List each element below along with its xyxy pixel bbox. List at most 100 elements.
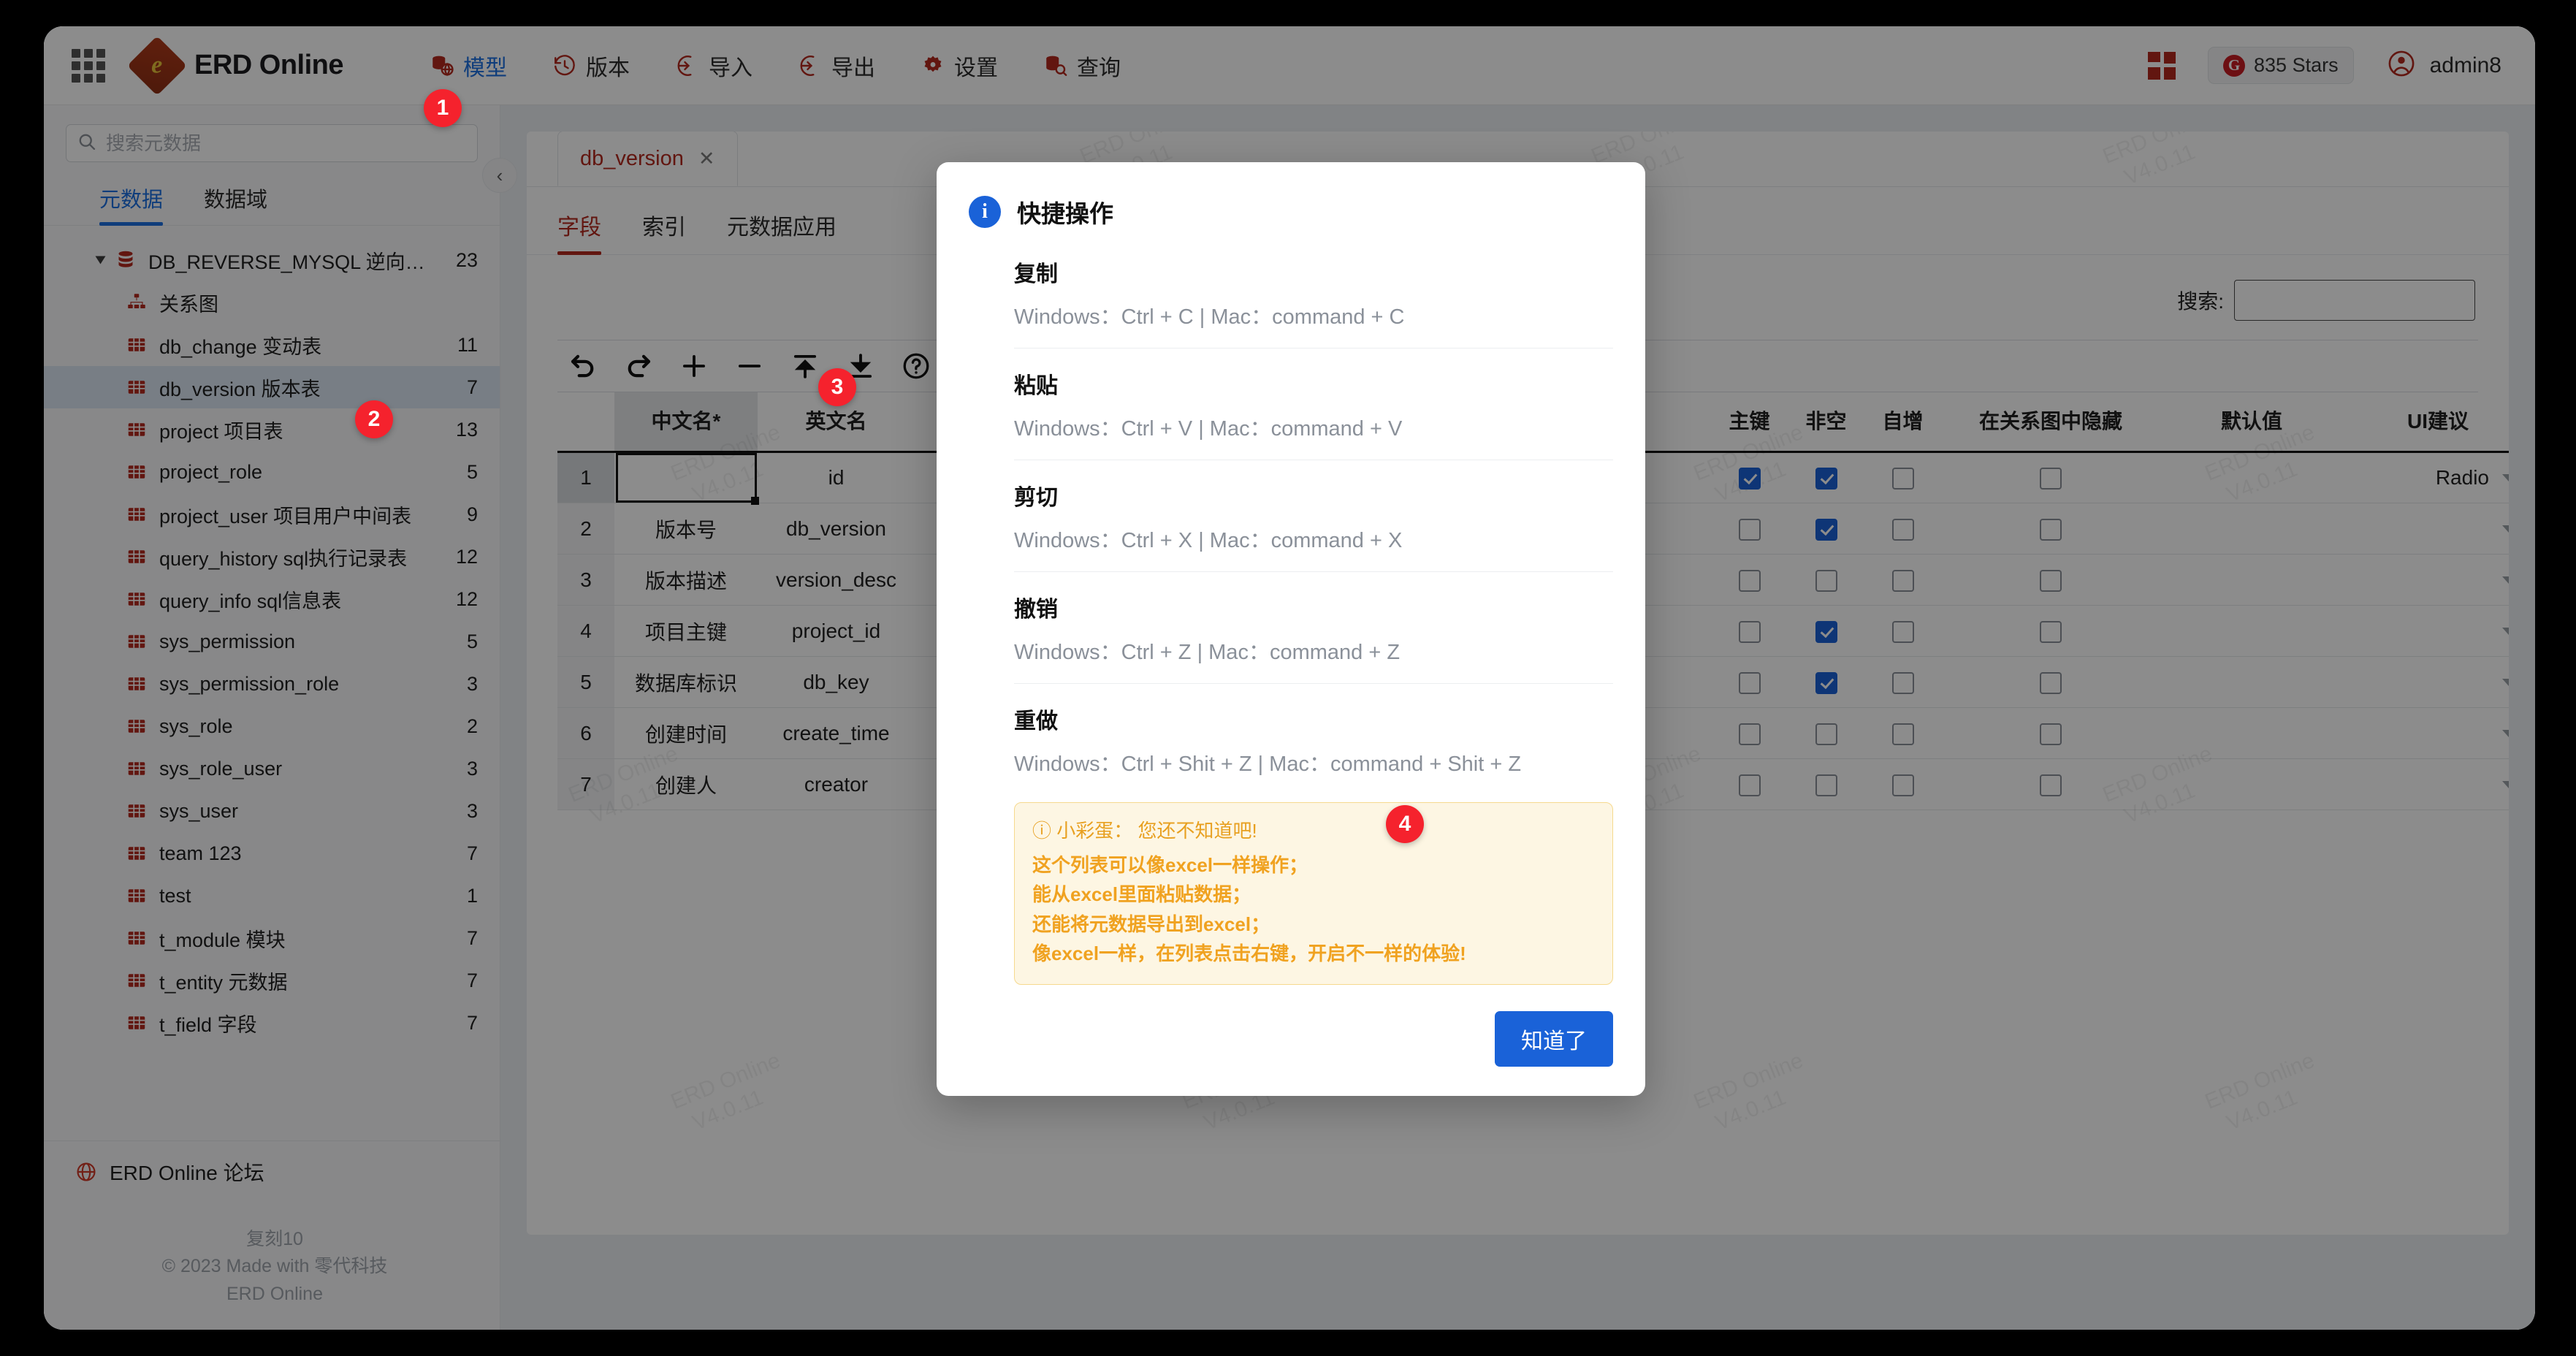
sidebar-tab-metadata[interactable]: 元数据 — [99, 183, 164, 226]
cn-name-cell[interactable]: 版本号 — [614, 503, 758, 555]
chevron-down-icon[interactable] — [2502, 525, 2509, 533]
en-name-cell[interactable]: project_id — [758, 605, 915, 657]
hide-in-graph-cell[interactable] — [1941, 554, 2160, 606]
chevron-down-icon[interactable] — [2502, 627, 2509, 635]
hide-in-graph-cell[interactable] — [1941, 605, 2160, 657]
default-value-cell[interactable] — [2160, 554, 2343, 606]
not-null-checkbox[interactable] — [1815, 518, 1837, 541]
hide-in-graph-cell[interactable] — [1941, 503, 2160, 555]
chevron-down-icon[interactable] — [2502, 678, 2509, 686]
tree-item-table[interactable]: sys_role_user 3 — [44, 747, 500, 790]
auto-increment-checkbox[interactable] — [1891, 468, 1914, 490]
auto-increment-cell[interactable] — [1864, 554, 1941, 606]
row-number[interactable]: 6 — [557, 707, 614, 759]
tree-item-table[interactable]: query_history sql执行记录表 12 — [44, 536, 500, 578]
en-name-cell[interactable]: db_version — [758, 503, 915, 555]
not-null-cell[interactable] — [1788, 656, 1864, 708]
gitee-stars-button[interactable]: G 835 Stars — [2208, 47, 2354, 84]
default-value-cell[interactable] — [2160, 605, 2343, 657]
auto-increment-checkbox[interactable] — [1891, 723, 1914, 745]
tree-item-table[interactable]: sys_permission_role 3 — [44, 663, 500, 705]
tree-item-table[interactable]: t_field 字段 7 — [44, 1002, 500, 1044]
not-null-cell[interactable] — [1788, 707, 1864, 759]
row-number[interactable]: 2 — [557, 503, 614, 555]
tree-item-table[interactable]: project 项目表 13 — [44, 408, 500, 451]
nav-item-export[interactable]: 导出 — [798, 50, 875, 82]
row-number[interactable]: 5 — [557, 656, 614, 708]
hide-in-graph-checkbox[interactable] — [2040, 468, 2062, 490]
primary-key-cell[interactable] — [1711, 758, 1788, 810]
hide-in-graph-checkbox[interactable] — [2040, 569, 2062, 592]
primary-key-cell[interactable] — [1711, 503, 1788, 555]
column-header-ui[interactable]: UI建议 — [2343, 392, 2509, 453]
en-name-cell[interactable]: version_desc — [758, 554, 915, 606]
primary-key-checkbox[interactable] — [1738, 468, 1761, 490]
not-null-cell[interactable] — [1788, 503, 1864, 555]
ui-suggestion-cell[interactable] — [2343, 656, 2509, 708]
ui-suggestion-cell[interactable] — [2343, 554, 2509, 606]
redo-icon[interactable] — [623, 351, 654, 381]
primary-key-checkbox[interactable] — [1738, 569, 1761, 592]
tree-item-table[interactable]: sys_role 2 — [44, 705, 500, 747]
sidebar-collapse-button[interactable]: ‹ — [482, 158, 517, 193]
plus-icon[interactable] — [679, 351, 709, 381]
cn-name-cell[interactable]: 版本描述 — [614, 554, 758, 606]
brand-logo[interactable]: e ERD Online — [126, 35, 344, 96]
column-header-pk[interactable]: 主键 — [1711, 392, 1788, 453]
not-null-checkbox[interactable] — [1815, 620, 1837, 643]
primary-key-cell[interactable] — [1711, 452, 1788, 503]
not-null-cell[interactable] — [1788, 452, 1864, 503]
row-number[interactable]: 4 — [557, 605, 614, 657]
chevron-down-icon[interactable] — [2502, 576, 2509, 584]
cn-name-cell[interactable]: 创建时间 — [614, 707, 758, 759]
tree-item-table[interactable]: t_entity 元数据 7 — [44, 959, 500, 1002]
auto-increment-cell[interactable] — [1864, 452, 1941, 503]
not-null-checkbox[interactable] — [1815, 569, 1837, 592]
hide-in-graph-checkbox[interactable] — [2040, 723, 2062, 745]
ui-suggestion-cell[interactable] — [2343, 707, 2509, 759]
nav-item-version[interactable]: 版本 — [552, 50, 630, 82]
default-value-cell[interactable] — [2160, 503, 2343, 555]
user-menu[interactable]: admin8 — [2386, 48, 2501, 83]
tree-item-table[interactable]: test 1 — [44, 875, 500, 917]
hide-in-graph-cell[interactable] — [1941, 656, 2160, 708]
table-search-box[interactable] — [2234, 280, 2475, 321]
row-number[interactable]: 7 — [557, 758, 614, 810]
tree-item-relation-graph[interactable]: 关系图 — [44, 281, 500, 324]
sidebar-tab-datadomain[interactable]: 数据域 — [204, 183, 267, 225]
close-icon[interactable]: ✕ — [698, 148, 715, 170]
column-header-autoinc[interactable]: 自增 — [1864, 392, 1941, 453]
row-number[interactable]: 3 — [557, 554, 614, 606]
primary-key-checkbox[interactable] — [1738, 723, 1761, 745]
ui-suggestion-cell[interactable] — [2343, 503, 2509, 555]
chevron-down-icon[interactable] — [2502, 780, 2509, 788]
cn-name-cell[interactable]: 数据库标识 — [614, 656, 758, 708]
not-null-checkbox[interactable] — [1815, 671, 1837, 694]
auto-increment-cell[interactable] — [1864, 656, 1941, 708]
undo-icon[interactable] — [568, 351, 598, 381]
not-null-checkbox[interactable] — [1815, 723, 1837, 745]
cn-name-cell[interactable]: 创建人 — [614, 758, 758, 810]
forum-link[interactable]: ERD Online 论坛 — [75, 1157, 500, 1186]
not-null-cell[interactable] — [1788, 758, 1864, 810]
hide-in-graph-checkbox[interactable] — [2040, 620, 2062, 643]
en-name-cell[interactable]: id — [758, 452, 915, 503]
minus-icon[interactable] — [734, 351, 765, 381]
auto-increment-checkbox[interactable] — [1891, 671, 1914, 694]
not-null-cell[interactable] — [1788, 605, 1864, 657]
cn-name-cell[interactable] — [614, 452, 759, 505]
layout-grid-icon[interactable] — [2148, 51, 2176, 80]
chevron-down-icon[interactable] — [2502, 474, 2509, 481]
hide-in-graph-cell[interactable] — [1941, 452, 2160, 503]
en-name-cell[interactable]: create_time — [758, 707, 915, 759]
primary-key-cell[interactable] — [1711, 656, 1788, 708]
default-value-cell[interactable] — [2160, 707, 2343, 759]
tree-item-table[interactable]: project_role 5 — [44, 451, 500, 493]
primary-key-cell[interactable] — [1711, 707, 1788, 759]
metadata-search-box[interactable] — [66, 124, 478, 162]
auto-increment-checkbox[interactable] — [1891, 774, 1914, 796]
confirm-button[interactable]: 知道了 — [1495, 1011, 1613, 1067]
nav-item-query[interactable]: 查询 — [1043, 50, 1121, 82]
auto-increment-cell[interactable] — [1864, 503, 1941, 555]
hide-in-graph-cell[interactable] — [1941, 758, 2160, 810]
